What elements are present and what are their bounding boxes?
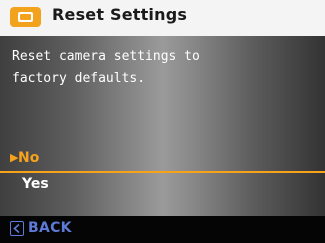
option-yes[interactable]: Yes [0, 176, 325, 198]
settings-tab-icon [10, 7, 41, 27]
option-no-label: No [18, 150, 40, 166]
back-label: BACK [28, 220, 72, 236]
back-key-icon [10, 221, 24, 236]
page-title: Reset Settings [52, 5, 188, 24]
option-no[interactable]: ▶ No [0, 150, 325, 172]
camera-menu-screen: Reset Settings Reset camera settings to … [0, 0, 325, 243]
option-yes-label: Yes [22, 176, 49, 192]
footer-bar: BACK [0, 216, 325, 243]
selection-underline [0, 171, 325, 173]
reset-message: Reset camera settings to factory default… [12, 49, 200, 86]
dialog-content: Reset camera settings to factory default… [0, 36, 325, 216]
title-bar: Reset Settings [0, 0, 325, 36]
